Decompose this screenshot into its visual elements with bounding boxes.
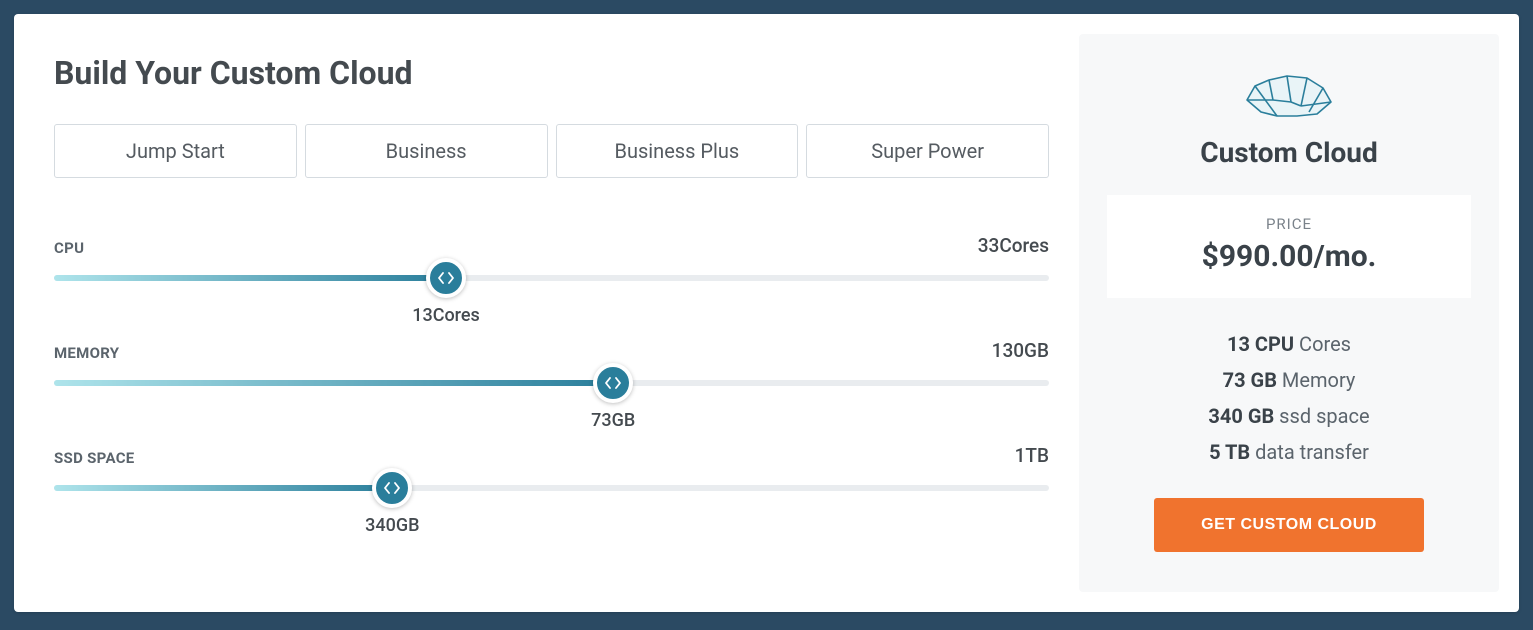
preset-tabs: Jump Start Business Business Plus Super … [54, 124, 1049, 178]
cloud-crystal-icon [1241, 66, 1337, 122]
configurator-panel: Build Your Custom Cloud Jump Start Busin… [34, 34, 1079, 592]
memory-slider-value: 73GB [591, 410, 635, 431]
memory-slider-handle[interactable] [593, 363, 633, 403]
price-label: PRICE [1107, 215, 1471, 233]
cpu-slider-track[interactable]: 13Cores [54, 275, 1049, 281]
spec-data-transfer: 5 TB data transfer [1107, 434, 1471, 470]
price-value: $990.00/mo. [1107, 239, 1471, 274]
page-title: Build Your Custom Cloud [54, 54, 1049, 92]
tab-business-plus[interactable]: Business Plus [556, 124, 799, 178]
cpu-slider-max: 33Cores [978, 234, 1049, 257]
tab-business[interactable]: Business [305, 124, 548, 178]
ssd-slider-max: 1TB [1015, 444, 1049, 467]
pricing-card: Build Your Custom Cloud Jump Start Busin… [14, 14, 1519, 612]
spec-ssd: 340 GB ssd space [1107, 398, 1471, 434]
get-custom-cloud-button[interactable]: GET CUSTOM CLOUD [1154, 498, 1424, 552]
spec-cpu: 13 CPU Cores [1107, 326, 1471, 362]
ssd-slider-handle[interactable] [372, 468, 412, 508]
tab-super-power[interactable]: Super Power [806, 124, 1049, 178]
cpu-slider-handle[interactable] [426, 258, 466, 298]
drag-handle-icon [384, 482, 400, 494]
price-box: PRICE $990.00/mo. [1107, 195, 1471, 298]
ssd-slider-value: 340GB [365, 515, 419, 536]
ssd-slider-label: SSD SPACE [54, 449, 135, 467]
drag-handle-icon [605, 377, 621, 389]
cpu-slider-value: 13Cores [412, 305, 480, 326]
memory-slider-label: MEMORY [54, 344, 119, 362]
summary-panel: Custom Cloud PRICE $990.00/mo. 13 CPU Co… [1079, 34, 1499, 592]
tab-jump-start[interactable]: Jump Start [54, 124, 297, 178]
drag-handle-icon [438, 272, 454, 284]
cpu-slider-group: CPU 33Cores 13Cores [54, 234, 1049, 281]
ssd-slider-group: SSD SPACE 1TB 340GB [54, 444, 1049, 491]
ssd-slider-fill [54, 485, 392, 491]
summary-heading: Custom Cloud [1107, 136, 1471, 169]
memory-slider-fill [54, 380, 613, 386]
memory-slider-track[interactable]: 73GB [54, 380, 1049, 386]
spec-memory: 73 GB Memory [1107, 362, 1471, 398]
ssd-slider-track[interactable]: 340GB [54, 485, 1049, 491]
memory-slider-max: 130GB [992, 339, 1049, 362]
cpu-slider-label: CPU [54, 239, 84, 257]
memory-slider-group: MEMORY 130GB 73GB [54, 339, 1049, 386]
spec-list: 13 CPU Cores 73 GB Memory 340 GB ssd spa… [1107, 326, 1471, 470]
cpu-slider-fill [54, 275, 446, 281]
